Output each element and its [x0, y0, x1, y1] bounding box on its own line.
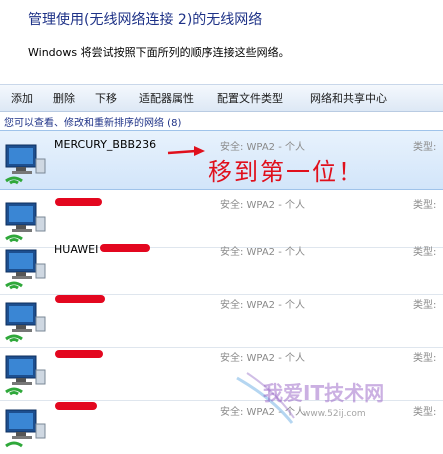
wireless-network-icon: [5, 355, 46, 396]
network-row[interactable]: HUAWEI 安全: WPA2 - 个人 类型:: [0, 236, 443, 295]
redaction-mark: [55, 350, 103, 358]
network-row[interactable]: 安全: WPA2 - 个人 类型:: [0, 289, 443, 348]
network-type: 类型:: [413, 353, 437, 364]
annotation-arrow-icon: [167, 146, 205, 156]
redaction-mark: [55, 402, 97, 410]
window-description: Windows 将尝试按照下面所列的顺序连接这些网络。: [28, 46, 290, 59]
watermark-text: 我爱IT技术网: [263, 381, 385, 405]
window-header: 管理使用(无线网络连接 2)的无线网络 Windows 将尝试按照下面所列的顺序…: [0, 0, 443, 82]
add-button[interactable]: 添加: [11, 90, 33, 106]
network-security: 安全: WPA2 - 个人: [220, 353, 305, 364]
redaction-mark: [100, 244, 150, 252]
wireless-network-icon: [5, 249, 46, 290]
network-sharing-center-button[interactable]: 网络和共享中心: [310, 90, 387, 106]
network-security: 安全: WPA2 - 个人: [220, 300, 305, 311]
network-type: 类型:: [413, 247, 437, 258]
adapter-properties-button[interactable]: 适配器属性: [139, 90, 194, 106]
toolbar: 添加 删除 下移 适配器属性 配置文件类型 网络和共享中心: [0, 84, 443, 112]
redaction-mark: [55, 198, 102, 206]
annotation-text: 移到第一位！: [208, 158, 364, 186]
network-list-header: 您可以查看、修改和重新排序的网络 (8): [4, 118, 182, 129]
wireless-network-icon: [5, 302, 46, 343]
move-down-button[interactable]: 下移: [95, 90, 117, 106]
network-name: HUAWEI: [54, 243, 99, 256]
network-security: 安全: WPA2 - 个人: [220, 247, 305, 258]
wireless-network-icon: [5, 144, 46, 185]
watermark-url: www.52ij.com: [303, 409, 366, 419]
redaction-mark: [55, 295, 105, 303]
profile-type-button[interactable]: 配置文件类型: [217, 90, 283, 106]
network-type: 类型:: [413, 200, 437, 211]
network-type: 类型:: [413, 142, 437, 153]
network-type: 类型:: [413, 300, 437, 311]
window-title: 管理使用(无线网络连接 2)的无线网络: [28, 12, 263, 28]
wireless-network-icon: [5, 409, 46, 448]
network-security: 安全: WPA2 - 个人: [220, 200, 305, 211]
network-name: MERCURY_BBB236: [54, 138, 157, 151]
delete-button[interactable]: 删除: [53, 90, 75, 106]
network-security: 安全: WPA2 - 个人: [220, 142, 305, 153]
